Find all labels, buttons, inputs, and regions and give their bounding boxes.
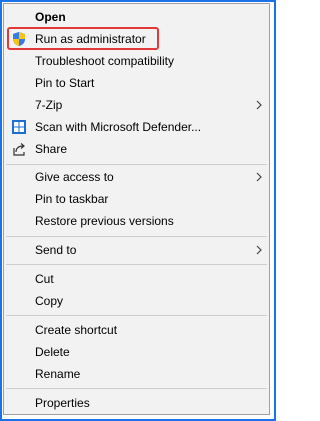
menu-item-label: Send to: [35, 243, 77, 257]
menu-item-properties[interactable]: Properties: [4, 392, 269, 414]
menu-item-label: Copy: [35, 294, 64, 308]
menu-item-copy[interactable]: Copy: [4, 290, 269, 312]
menu-item-label: Troubleshoot compatibility: [35, 54, 174, 68]
chevron-right-icon: [256, 245, 262, 255]
menu-item-open[interactable]: Open: [4, 6, 269, 28]
menu-item-label: Delete: [35, 345, 70, 359]
menu-separator: [6, 315, 267, 316]
menu-item-run-as-administrator[interactable]: Run as administrator: [4, 28, 269, 50]
defender-icon: [12, 120, 26, 134]
menu-item-label: Rename: [35, 367, 81, 381]
menu-item-create-shortcut[interactable]: Create shortcut: [4, 319, 269, 341]
menu-item-troubleshoot-compatibility[interactable]: Troubleshoot compatibility: [4, 50, 269, 72]
chevron-right-icon: [256, 172, 262, 182]
menu-item-delete[interactable]: Delete: [4, 341, 269, 363]
menu-item-label: Give access to: [35, 170, 114, 184]
menu-item-label: Share: [35, 142, 68, 156]
share-icon: [13, 143, 25, 156]
menu-item-7-zip[interactable]: 7-Zip: [4, 94, 269, 116]
menu-separator: [6, 236, 267, 237]
menu-item-label: Properties: [35, 396, 90, 410]
menu-item-label: Open: [35, 10, 66, 24]
menu-item-rename[interactable]: Rename: [4, 363, 269, 385]
menu-separator: [6, 164, 267, 165]
menu-item-label: Pin to Start: [35, 76, 95, 90]
menu-item-cut[interactable]: Cut: [4, 268, 269, 290]
menu-item-pin-to-taskbar[interactable]: Pin to taskbar: [4, 188, 269, 210]
menu-item-scan-with-defender[interactable]: Scan with Microsoft Defender...: [4, 116, 269, 138]
menu-item-share[interactable]: Share: [4, 138, 269, 160]
menu-item-restore-previous-versions[interactable]: Restore previous versions: [4, 210, 269, 232]
menu-item-label: Run as administrator: [35, 32, 146, 46]
menu-separator: [6, 388, 267, 389]
menu-item-label: Pin to taskbar: [35, 192, 109, 206]
menu-item-send-to[interactable]: Send to: [4, 239, 269, 261]
menu-separator: [6, 264, 267, 265]
menu-item-pin-to-start[interactable]: Pin to Start: [4, 72, 269, 94]
context-menu: Open Run as administrator Troubleshoot c…: [3, 3, 270, 415]
menu-item-label: Create shortcut: [35, 323, 118, 337]
menu-item-give-access-to[interactable]: Give access to: [4, 166, 269, 188]
menu-item-label: Restore previous versions: [35, 214, 174, 228]
menu-item-label: 7-Zip: [35, 98, 63, 112]
menu-item-label: Scan with Microsoft Defender...: [35, 120, 202, 134]
chevron-right-icon: [256, 100, 262, 110]
menu-item-label: Cut: [35, 272, 54, 286]
uac-shield-icon: [13, 32, 25, 46]
